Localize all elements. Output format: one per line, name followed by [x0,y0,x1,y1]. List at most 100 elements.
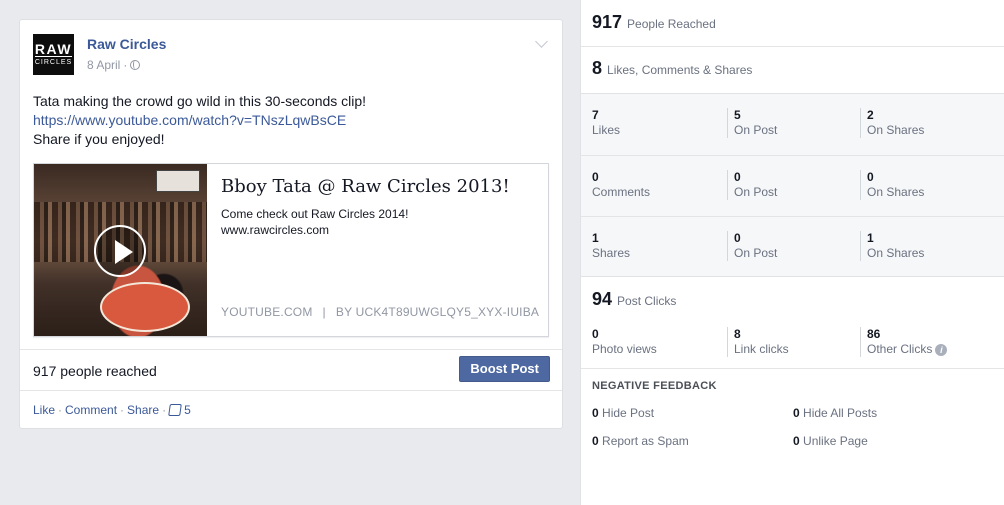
thumbs-up-icon[interactable] [168,404,182,416]
clicks-breakdown: 0 Photo views 8 Link clicks 86 Other Clicks… [581,313,1004,369]
stat-label: Comments [592,185,651,199]
post-date[interactable]: 8 April [87,58,120,72]
preview-source-sep: | [322,305,326,319]
stat-label: Hide All Posts [803,406,878,420]
engagement-label: Likes, Comments & Shares [607,63,753,77]
logo-text-raw: RAW [34,41,73,57]
stat-label: Shares [592,246,631,260]
action-sep: · [120,403,125,417]
boost-post-button[interactable]: Boost Post [459,356,550,382]
post-actions: Like · Comment · Share · 5 [33,403,191,417]
preview-description: Come check out Raw Circles 2014! www.raw… [221,206,408,238]
post-meta: 8 April · [87,58,141,72]
people-reached-label: People Reached [627,17,716,31]
stat-cell: 1 On Shares [860,231,924,261]
stat-cell: 5 On Post [727,108,777,138]
stat-cell: 2 On Shares [860,108,924,138]
link-preview[interactable]: Bboy Tata @ Raw Circles 2013! Come check… [33,163,549,337]
preview-source: YOUTUBE.COM | BY UCK4T89UWGLQY5_XYX-IUIB… [221,305,539,319]
preview-desc-line: www.rawcircles.com [221,223,330,237]
unlike-page-stat: 0 Unlike Page [793,434,868,448]
like-link[interactable]: Like [33,403,55,417]
stat-label: Unlike Page [803,434,868,448]
people-reached-stat: 917 People Reached [592,12,716,33]
stat-cell: 0 On Post [727,231,777,261]
people-reached-text[interactable]: 917 people reached [33,363,157,379]
preview-title[interactable]: Bboy Tata @ Raw Circles 2013! [221,176,510,197]
stat-label: Other Clicks i [867,341,948,357]
stat-label: Report as Spam [602,434,689,448]
info-icon[interactable]: i [935,343,948,356]
post-clicks-count: 94 [592,289,613,309]
preview-byline: BY UCK4T89UWGLQY5_XYX-IUIBA [335,305,540,319]
likes-row: 7 Likes 5 On Post 2 On Shares [581,94,1004,155]
stat-number: 0 [592,406,599,420]
globe-icon[interactable] [130,60,141,70]
chevron-down-icon[interactable] [535,35,548,48]
stat-cell: 1 Shares [592,231,630,261]
stat-cell: 0 Comments [592,170,650,200]
post-link[interactable]: https://www.youtube.com/watch?v=TNszLqwB… [33,111,366,130]
people-reached-section: 917 People Reached [581,0,1004,47]
stat-label: Likes [592,123,621,137]
stat-number: 1 [867,231,874,245]
people-reached-count: 917 [592,12,623,32]
stat-label: Photo views [592,342,657,356]
logo-text-circles: CIRCLES [34,56,73,67]
stat-number: 0 [592,170,599,184]
stat-number: 0 [734,170,741,184]
post-text-line: Tata making the crowd go wild in this 30… [33,93,367,109]
stat-number: 8 [734,327,741,341]
report-spam-stat: 0 Report as Spam [592,434,689,448]
play-triangle [115,240,133,264]
hide-all-posts-stat: 0 Hide All Posts [793,406,877,420]
stat-label: Hide Post [602,406,655,420]
post-text: Tata making the crowd go wild in this 30… [33,92,366,149]
stat-number: 0 [592,434,599,448]
thumbnail-floor-logo [100,282,190,332]
comments-row: 0 Comments 0 On Post 0 On Shares [581,155,1004,216]
stat-cell: 7 Likes [592,108,620,138]
engagement-count: 8 [592,58,603,78]
stat-number: 0 [592,327,599,341]
reach-bar: 917 people reached Boost Post [20,349,562,391]
post-clicks-label: Post Clicks [617,294,677,308]
post-header: RAW CIRCLES Raw Circles 8 April · [33,34,552,78]
stat-number: 0 [793,434,800,448]
insights-panel: 917 People Reached 8 Likes, Comments & S… [580,0,1004,505]
meta-separator: · [123,58,128,72]
stat-label: On Post [734,246,778,260]
stat-number: 0 [793,406,800,420]
share-link[interactable]: Share [127,403,159,417]
action-sep: · [162,403,167,417]
thumbnail-banner [156,170,200,192]
likes-count[interactable]: 5 [184,403,191,417]
post-clicks-stat: 94 Post Clicks [592,289,676,310]
page-logo[interactable]: RAW CIRCLES [33,34,74,75]
page-name-link[interactable]: Raw Circles [87,36,166,52]
other-clicks-label: Other Clicks [867,342,933,356]
stat-cell: 0 On Shares [860,170,924,200]
stat-label: On Post [734,185,778,199]
stat-cell: 0 On Post [727,170,777,200]
stat-number: 5 [734,108,741,122]
stat-label: On Shares [867,123,925,137]
video-thumbnail[interactable] [34,164,207,336]
stat-number: 0 [867,170,874,184]
stat-number: 0 [734,231,741,245]
stat-number: 1 [592,231,599,245]
play-icon[interactable] [94,225,146,277]
preview-domain: YOUTUBE.COM [221,305,313,319]
engagement-stat: 8 Likes, Comments & Shares [592,58,752,79]
stat-label: On Post [734,123,778,137]
stat-number: 2 [867,108,874,122]
post-card: RAW CIRCLES Raw Circles 8 April · Tata m… [19,19,563,429]
engagement-breakdown: 7 Likes 5 On Post 2 On Shares 0 Comments 0 On… [581,93,1004,277]
stat-label: On Shares [867,246,925,260]
stat-label: Link clicks [734,342,789,356]
comment-link[interactable]: Comment [65,403,117,417]
negative-feedback-title: NEGATIVE FEEDBACK [592,380,717,392]
post-text-line: Share if you enjoyed! [33,131,165,147]
hide-post-stat: 0 Hide Post [592,406,654,420]
action-sep: · [58,403,63,417]
